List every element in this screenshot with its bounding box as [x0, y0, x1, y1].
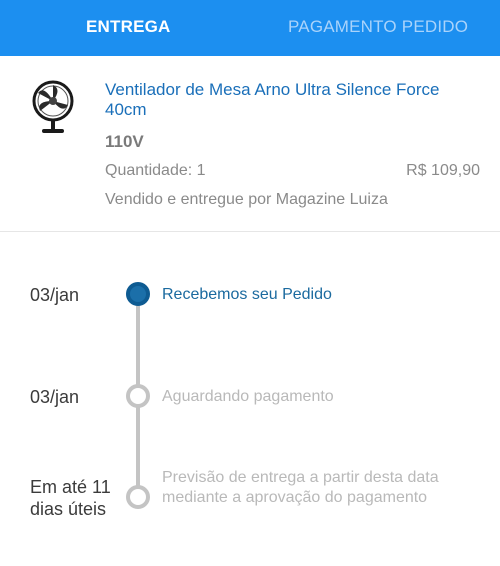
order-timeline: 03/jan Recebemos seu Pedido 03/jan Aguar… — [0, 232, 500, 566]
step-text: Aguardando pagamento — [162, 388, 334, 405]
product-seller: Vendido e entregue por Magazine Luiza — [105, 191, 388, 208]
product-voltage: 110V — [105, 132, 144, 151]
product-card: Ventilador de Mesa Arno Ultra Silence Fo… — [0, 56, 500, 232]
product-quantity: Quantidade: 1 — [105, 162, 206, 179]
step-dot-pending — [126, 384, 150, 408]
step-text: Previsão de entrega a partir desta data … — [162, 469, 439, 506]
step-dot-pending — [126, 485, 150, 509]
step-date: 03/jan — [30, 387, 80, 407]
tab-entrega[interactable]: ENTREGA — [86, 0, 171, 56]
step-dot-active — [126, 282, 150, 306]
tab-bar: ENTREGA PAGAMENTO PEDIDO — [0, 0, 500, 56]
product-title[interactable]: Ventilador de Mesa Arno Ultra Silence Fo… — [105, 80, 485, 120]
table-fan-icon — [32, 80, 74, 133]
step-text: Recebemos seu Pedido — [162, 286, 332, 303]
product-price: R$ 109,90 — [406, 162, 480, 179]
step-date: Em até 11 dias úteis — [30, 477, 111, 519]
step-date: 03/jan — [30, 285, 80, 305]
tab-pagamento-pedido[interactable]: PAGAMENTO PEDIDO — [288, 0, 468, 56]
